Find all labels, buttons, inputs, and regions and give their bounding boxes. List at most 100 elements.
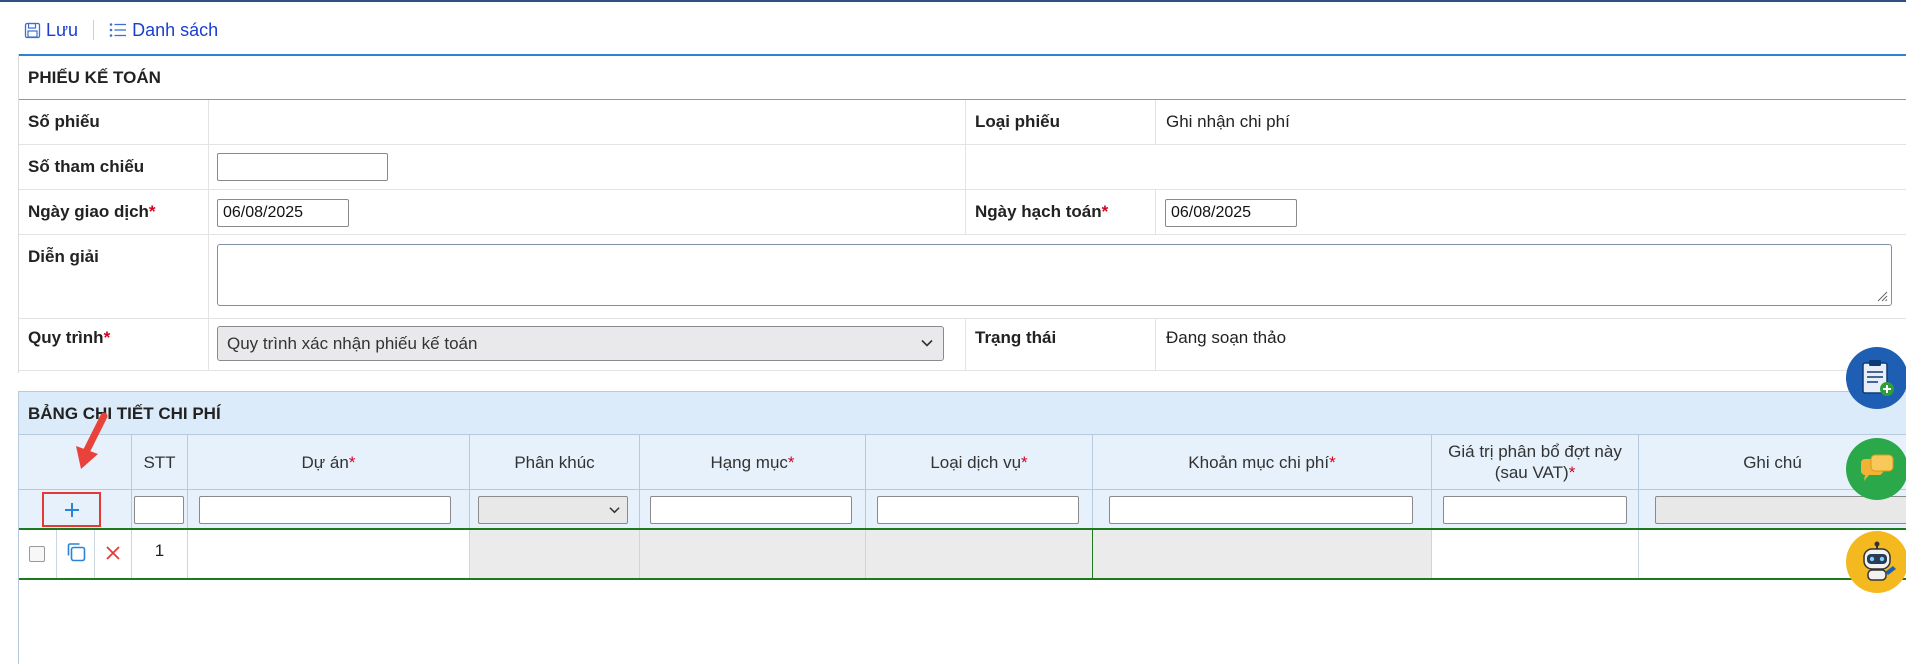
trang-thai-label: Trạng thái: [965, 319, 1155, 370]
quy-trinh-text: Quy trình: [28, 328, 104, 347]
save-icon: [24, 22, 41, 38]
quy-trinh-label: Quy trình*: [19, 319, 208, 370]
header-khoan-muc: Khoản mục chi phí *: [1092, 435, 1431, 489]
filter-hang-muc-input[interactable]: [650, 496, 852, 524]
hang-muc-text: Hạng mục: [710, 452, 788, 472]
gia-tri-line1: Giá trị phân bổ đợt này: [1448, 442, 1622, 461]
create-voucher-fab[interactable]: [1846, 347, 1906, 409]
required-mark: *: [348, 452, 356, 472]
required-mark: *: [1329, 452, 1336, 472]
form-row-dates: Ngày giao dịch* Ngày hạch toán*: [19, 190, 1906, 235]
quy-trinh-cell: Quy trình xác nhận phiếu kế toán: [208, 319, 965, 370]
so-tham-chieu-label: Số tham chiếu: [28, 157, 145, 176]
filter-stt-input[interactable]: [134, 496, 184, 524]
list-button[interactable]: Danh sách: [109, 20, 218, 41]
close-icon[interactable]: [105, 545, 121, 561]
list-icon: [109, 23, 127, 37]
filter-gia-tri-cell: [1431, 490, 1638, 528]
header-hang-muc: Hạng mục *: [639, 435, 865, 489]
filter-stt-cell: [131, 490, 187, 528]
section-title: PHIẾU KẾ TOÁN: [19, 56, 1906, 100]
copy-icon[interactable]: [65, 541, 87, 563]
filter-phan-khuc-select[interactable]: [478, 496, 628, 524]
du-an-text: Dự án: [301, 452, 349, 472]
loai-phieu-value: Ghi nhận chi phí: [1155, 100, 1906, 144]
loai-dich-vu-text: Loại dịch vụ: [930, 452, 1022, 472]
row-phan-khuc-cell: [469, 530, 639, 578]
save-button-label: Lưu: [46, 19, 79, 40]
toolbar-divider: [93, 20, 95, 40]
dien-giai-cell: [208, 235, 1906, 318]
row-loai-dich-vu-cell: [865, 530, 1092, 578]
row-copy-cell: [56, 530, 94, 578]
filter-gia-tri-input[interactable]: [1443, 496, 1627, 524]
required-mark: *: [148, 202, 156, 221]
filter-loai-dich-vu-cell: [865, 490, 1092, 528]
resize-handle-icon[interactable]: [1876, 290, 1888, 302]
form-row-process: Quy trình* Quy trình xác nhận phiếu kế t…: [19, 319, 1906, 371]
ngay-hach-toan-cell: [1155, 190, 1906, 234]
header-phan-khuc: Phân khúc: [469, 435, 639, 489]
header-loai-dich-vu: Loại dịch vụ *: [865, 435, 1092, 489]
ngay-giao-dich-text: Ngày giao dịch: [28, 202, 149, 221]
list-button-label: Danh sách: [132, 19, 219, 40]
support-bot-fab[interactable]: [1846, 531, 1906, 593]
cost-detail-section: BẢNG CHI TIẾT CHI PHÍ STT Dự án * Phân kh…: [18, 391, 1906, 664]
row-select-cell: [19, 530, 56, 578]
quy-trinh-select[interactable]: Quy trình xác nhận phiếu kế toán: [217, 326, 944, 361]
so-tham-chieu-input[interactable]: [217, 153, 388, 181]
required-mark: *: [103, 328, 111, 347]
top-accent-line: [0, 0, 1906, 2]
chat-fab[interactable]: [1846, 438, 1906, 500]
filter-loai-dich-vu-input[interactable]: [877, 496, 1079, 524]
ngay-hach-toan-input[interactable]: [1165, 199, 1297, 227]
row-gia-tri-cell[interactable]: [1431, 530, 1638, 578]
add-row-button[interactable]: [42, 492, 101, 527]
filter-du-an-input[interactable]: [199, 496, 451, 524]
filter-khoan-muc-cell: [1092, 490, 1431, 528]
ngay-hach-toan-text: Ngày hạch toán: [975, 202, 1102, 221]
dien-giai-label: Diễn giải: [28, 247, 99, 266]
dien-giai-textarea[interactable]: [217, 244, 1892, 306]
row-checkbox[interactable]: [29, 546, 45, 562]
filter-hang-muc-cell: [639, 490, 865, 528]
section-title: BẢNG CHI TIẾT CHI PHÍ: [19, 392, 1906, 435]
required-mark: *: [787, 452, 795, 472]
chat-icon: [1861, 454, 1894, 481]
clipboard-add-icon: [1862, 360, 1894, 396]
empty-cell: [965, 145, 1906, 189]
gia-tri-line2: (sau VAT)*: [1495, 462, 1576, 483]
row-khoan-muc-cell: [1092, 530, 1431, 578]
row-delete-cell: [94, 530, 131, 578]
table-filter-row: [19, 490, 1906, 528]
header-du-an: Dự án *: [187, 435, 469, 489]
toolbar: Lưu Danh sách: [24, 16, 218, 44]
header-gia-tri: Giá trị phân bổ đợt này (sau VAT)*: [1431, 435, 1638, 489]
ngay-giao-dich-input[interactable]: [217, 199, 349, 227]
filter-khoan-muc-input[interactable]: [1109, 496, 1413, 524]
filter-du-an-cell: [187, 490, 469, 528]
so-tham-chieu-cell: [208, 145, 965, 189]
ngay-giao-dich-cell: [208, 190, 965, 234]
ngay-giao-dich-label: Ngày giao dịch*: [19, 190, 208, 234]
ngay-hach-toan-label: Ngày hạch toán*: [965, 190, 1155, 234]
annotation-arrow-icon: [76, 412, 108, 469]
row-hang-muc-cell: [639, 530, 865, 578]
so-phieu-value: [208, 100, 965, 144]
filter-ghi-chu-input[interactable]: [1655, 496, 1906, 524]
accounting-voucher-section: PHIẾU KẾ TOÁN Số phiếu Loại phiếu Ghi nh…: [18, 54, 1906, 373]
chevron-down-icon: [921, 339, 933, 347]
khoan-muc-text: Khoản mục chi phí: [1188, 452, 1330, 472]
so-phieu-label: Số phiếu: [28, 112, 100, 131]
quy-trinh-selected: Quy trình xác nhận phiếu kế toán: [227, 334, 478, 353]
plus-icon: [64, 502, 79, 517]
required-mark: *: [1568, 463, 1576, 482]
row-du-an-cell[interactable]: [187, 530, 469, 578]
save-button[interactable]: Lưu: [24, 20, 78, 41]
required-mark: *: [1021, 452, 1028, 472]
table-row: 1: [19, 528, 1906, 580]
form-row-voucher-number: Số phiếu Loại phiếu Ghi nhận chi phí: [19, 100, 1906, 145]
robot-support-icon: [1863, 541, 1896, 581]
form-row-description: Diễn giải: [19, 235, 1906, 319]
table-header: STT Dự án * Phân khúc Hạng mục * Loại dịch…: [19, 435, 1906, 490]
